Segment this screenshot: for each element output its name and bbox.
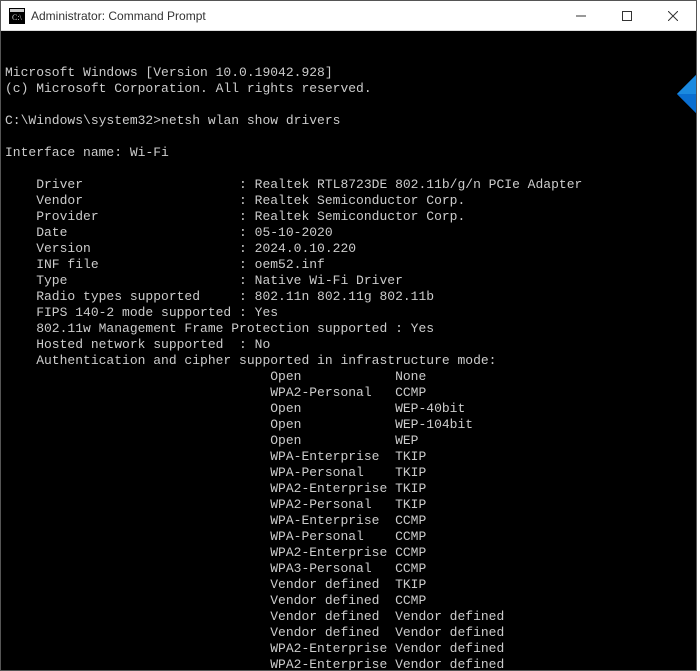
command-text: netsh wlan show drivers	[161, 113, 340, 128]
svg-text:C:\: C:\	[12, 13, 23, 22]
maximize-button[interactable]	[604, 1, 650, 30]
window-title: Administrator: Command Prompt	[31, 9, 558, 23]
windows-logo-icon	[630, 53, 680, 103]
interface-label: Interface name:	[5, 145, 122, 160]
window-controls	[558, 1, 696, 30]
version-line: Microsoft Windows [Version 10.0.19042.92…	[5, 65, 333, 80]
prompt: C:\Windows\system32>	[5, 113, 161, 128]
interface-value: Wi-Fi	[130, 145, 169, 160]
terminal-area[interactable]: Microsoft Windows [Version 10.0.19042.92…	[1, 31, 696, 670]
command-prompt-window: C:\ Administrator: Command Prompt Mi	[0, 0, 697, 671]
driver-fields: Driver : Realtek RTL8723DE 802.11b/g/n P…	[5, 177, 692, 369]
minimize-button[interactable]	[558, 1, 604, 30]
copyright-line: (c) Microsoft Corporation. All rights re…	[5, 81, 372, 96]
titlebar[interactable]: C:\ Administrator: Command Prompt	[1, 1, 696, 31]
close-button[interactable]	[650, 1, 696, 30]
cmd-icon: C:\	[9, 8, 25, 24]
auth-cipher-list: Open None WPA2-Personal CCMP Open WEP-40…	[5, 369, 692, 670]
